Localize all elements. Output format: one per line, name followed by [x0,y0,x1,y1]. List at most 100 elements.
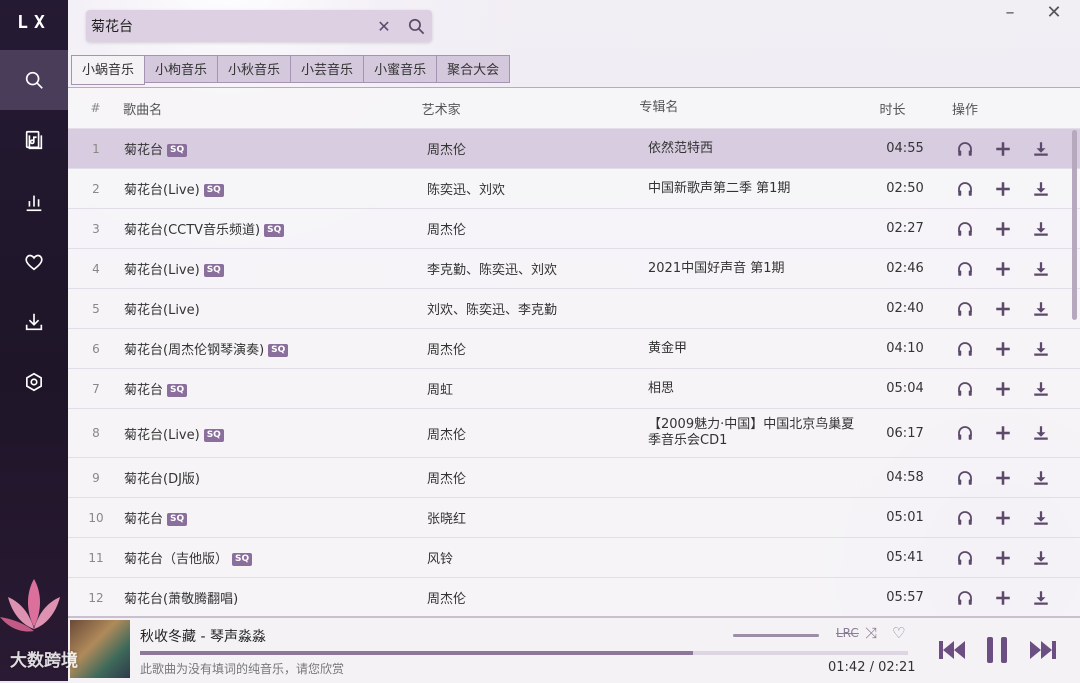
add-to-list-button[interactable] [984,466,1022,490]
play-button[interactable] [946,177,984,201]
table-row[interactable]: 11 菊花台（吉他版） SQ 风铃 05:41 [68,537,1080,577]
nav-leaderboard[interactable] [0,172,68,232]
table-row[interactable]: 8 菊花台(Live) SQ 周杰伦 【2009魅力·中国】中国北京鸟巢夏季音乐会CD1… [68,408,1080,457]
play-button[interactable] [946,337,984,361]
plus-icon [996,470,1010,485]
next-button[interactable] [1024,632,1060,668]
minimize-button[interactable]: – [998,4,1022,24]
add-to-list-button[interactable] [984,177,1022,201]
download-button[interactable] [1022,586,1060,610]
play-button[interactable] [946,297,984,321]
add-to-list-button[interactable] [984,506,1022,530]
add-to-list-button[interactable] [984,586,1022,610]
artist[interactable]: 李克勤、陈奕迅、刘欢 [427,259,648,278]
play-button[interactable] [946,586,984,610]
add-to-list-button[interactable] [984,377,1022,401]
download-button[interactable] [1022,137,1060,161]
play-button[interactable] [946,137,984,161]
nav-downloads[interactable] [0,292,68,352]
tab-source[interactable]: 小秋音乐 [218,55,292,83]
play-button[interactable] [946,217,984,241]
album[interactable]: 相思 [648,381,864,397]
add-to-list-button[interactable] [984,546,1022,570]
download-button[interactable] [1022,257,1060,281]
tab-source[interactable]: 聚合大会 [437,55,511,83]
nav-settings[interactable] [0,352,68,412]
add-to-list-button[interactable] [984,257,1022,281]
download-button[interactable] [1022,421,1060,445]
download-button[interactable] [1022,377,1060,401]
tab-source[interactable]: 小蜜音乐 [364,55,438,83]
album[interactable]: 依然范特西 [648,141,864,157]
artist[interactable]: 陈奕迅、刘欢 [427,179,648,198]
table-row[interactable]: 9 菊花台(DJ版) 周杰伦 04:58 [68,457,1080,497]
download-button[interactable] [1022,297,1060,321]
download-button[interactable] [1022,466,1060,490]
pause-button[interactable] [979,632,1015,668]
album[interactable]: 中国新歌声第二季 第1期 [648,181,864,197]
download-button[interactable] [1022,337,1060,361]
row-actions [946,217,1076,241]
download-button[interactable] [1022,217,1060,241]
now-playing-title[interactable]: 秋收冬藏 - 琴声淼淼 [140,626,266,646]
search-button[interactable] [400,10,432,42]
table-row[interactable]: 1 菊花台 SQ 周杰伦 依然范特西 04:55 [68,128,1080,168]
add-to-list-button[interactable] [984,421,1022,445]
table-row[interactable]: 3 菊花台(CCTV音乐频道) SQ 周杰伦 02:27 [68,208,1080,248]
play-button[interactable] [946,257,984,281]
artist[interactable]: 张晓红 [427,508,648,527]
artist[interactable]: 周杰伦 [427,468,648,487]
song-name: 菊花台(Live) [124,263,200,278]
lyrics-toggle-button[interactable]: LRC [836,626,859,640]
download-icon [1034,381,1048,396]
close-icon: ✕ [377,16,391,36]
search-input[interactable] [86,11,368,41]
tab-source[interactable]: 小芸音乐 [291,55,365,83]
artist[interactable]: 周杰伦 [427,339,648,358]
nav-song-list[interactable] [0,110,68,170]
nav-search[interactable] [0,50,68,110]
table-row[interactable]: 5 菊花台(Live) 刘欢、陈奕迅、李克勤 02:40 [68,288,1080,328]
album-cover[interactable] [70,620,130,678]
scrollbar[interactable] [1072,130,1077,320]
album[interactable]: 黄金甲 [648,341,864,357]
shuffle-button[interactable]: ⤨ [865,624,877,642]
volume-slider[interactable] [733,634,819,637]
clear-search-button[interactable]: ✕ [368,10,400,42]
download-button[interactable] [1022,506,1060,530]
artist[interactable]: 周虹 [427,379,648,398]
album[interactable]: 2021中国好声音 第1期 [648,261,864,277]
add-to-list-button[interactable] [984,297,1022,321]
artist[interactable]: 周杰伦 [427,219,648,238]
close-window-button[interactable]: ✕ [1042,4,1066,24]
artist[interactable]: 周杰伦 [427,588,648,607]
table-row[interactable]: 6 菊花台(周杰伦钢琴演奏) SQ 周杰伦 黄金甲 04:10 [68,328,1080,368]
table-row[interactable]: 10 菊花台 SQ 张晓红 05:01 [68,497,1080,537]
tab-source[interactable]: 小蜗音乐 [71,55,146,85]
progress-bar[interactable] [140,651,908,655]
download-button[interactable] [1022,177,1060,201]
table-row[interactable]: 2 菊花台(Live) SQ 陈奕迅、刘欢 中国新歌声第二季 第1期 02:50 [68,168,1080,208]
table-row[interactable]: 7 菊花台 SQ 周虹 相思 05:04 [68,368,1080,408]
previous-button[interactable] [935,632,971,668]
artist[interactable]: 周杰伦 [427,139,648,158]
play-button[interactable] [946,506,984,530]
tab-source[interactable]: 小枸音乐 [145,55,219,83]
comment-button[interactable]: ♡ [892,624,905,642]
table-row[interactable]: 4 菊花台(Live) SQ 李克勤、陈奕迅、刘欢 2021中国好声音 第1期 02:46 [68,248,1080,288]
download-button[interactable] [1022,546,1060,570]
nav-favorites[interactable] [0,232,68,292]
add-to-list-button[interactable] [984,137,1022,161]
artist[interactable]: 刘欢、陈奕迅、李克勤 [427,299,648,318]
add-to-list-button[interactable] [984,217,1022,241]
add-to-list-button[interactable] [984,337,1022,361]
play-button[interactable] [946,546,984,570]
headphones-icon [958,181,972,196]
artist[interactable]: 周杰伦 [427,424,648,443]
play-button[interactable] [946,466,984,490]
table-row[interactable]: 12 菊花台(萧敬腾翻唱) 周杰伦 05:57 [68,577,1080,616]
play-button[interactable] [946,377,984,401]
album[interactable]: 【2009魅力·中国】中国北京鸟巢夏季音乐会CD1 [648,417,864,449]
play-button[interactable] [946,421,984,445]
artist[interactable]: 风铃 [427,548,648,567]
